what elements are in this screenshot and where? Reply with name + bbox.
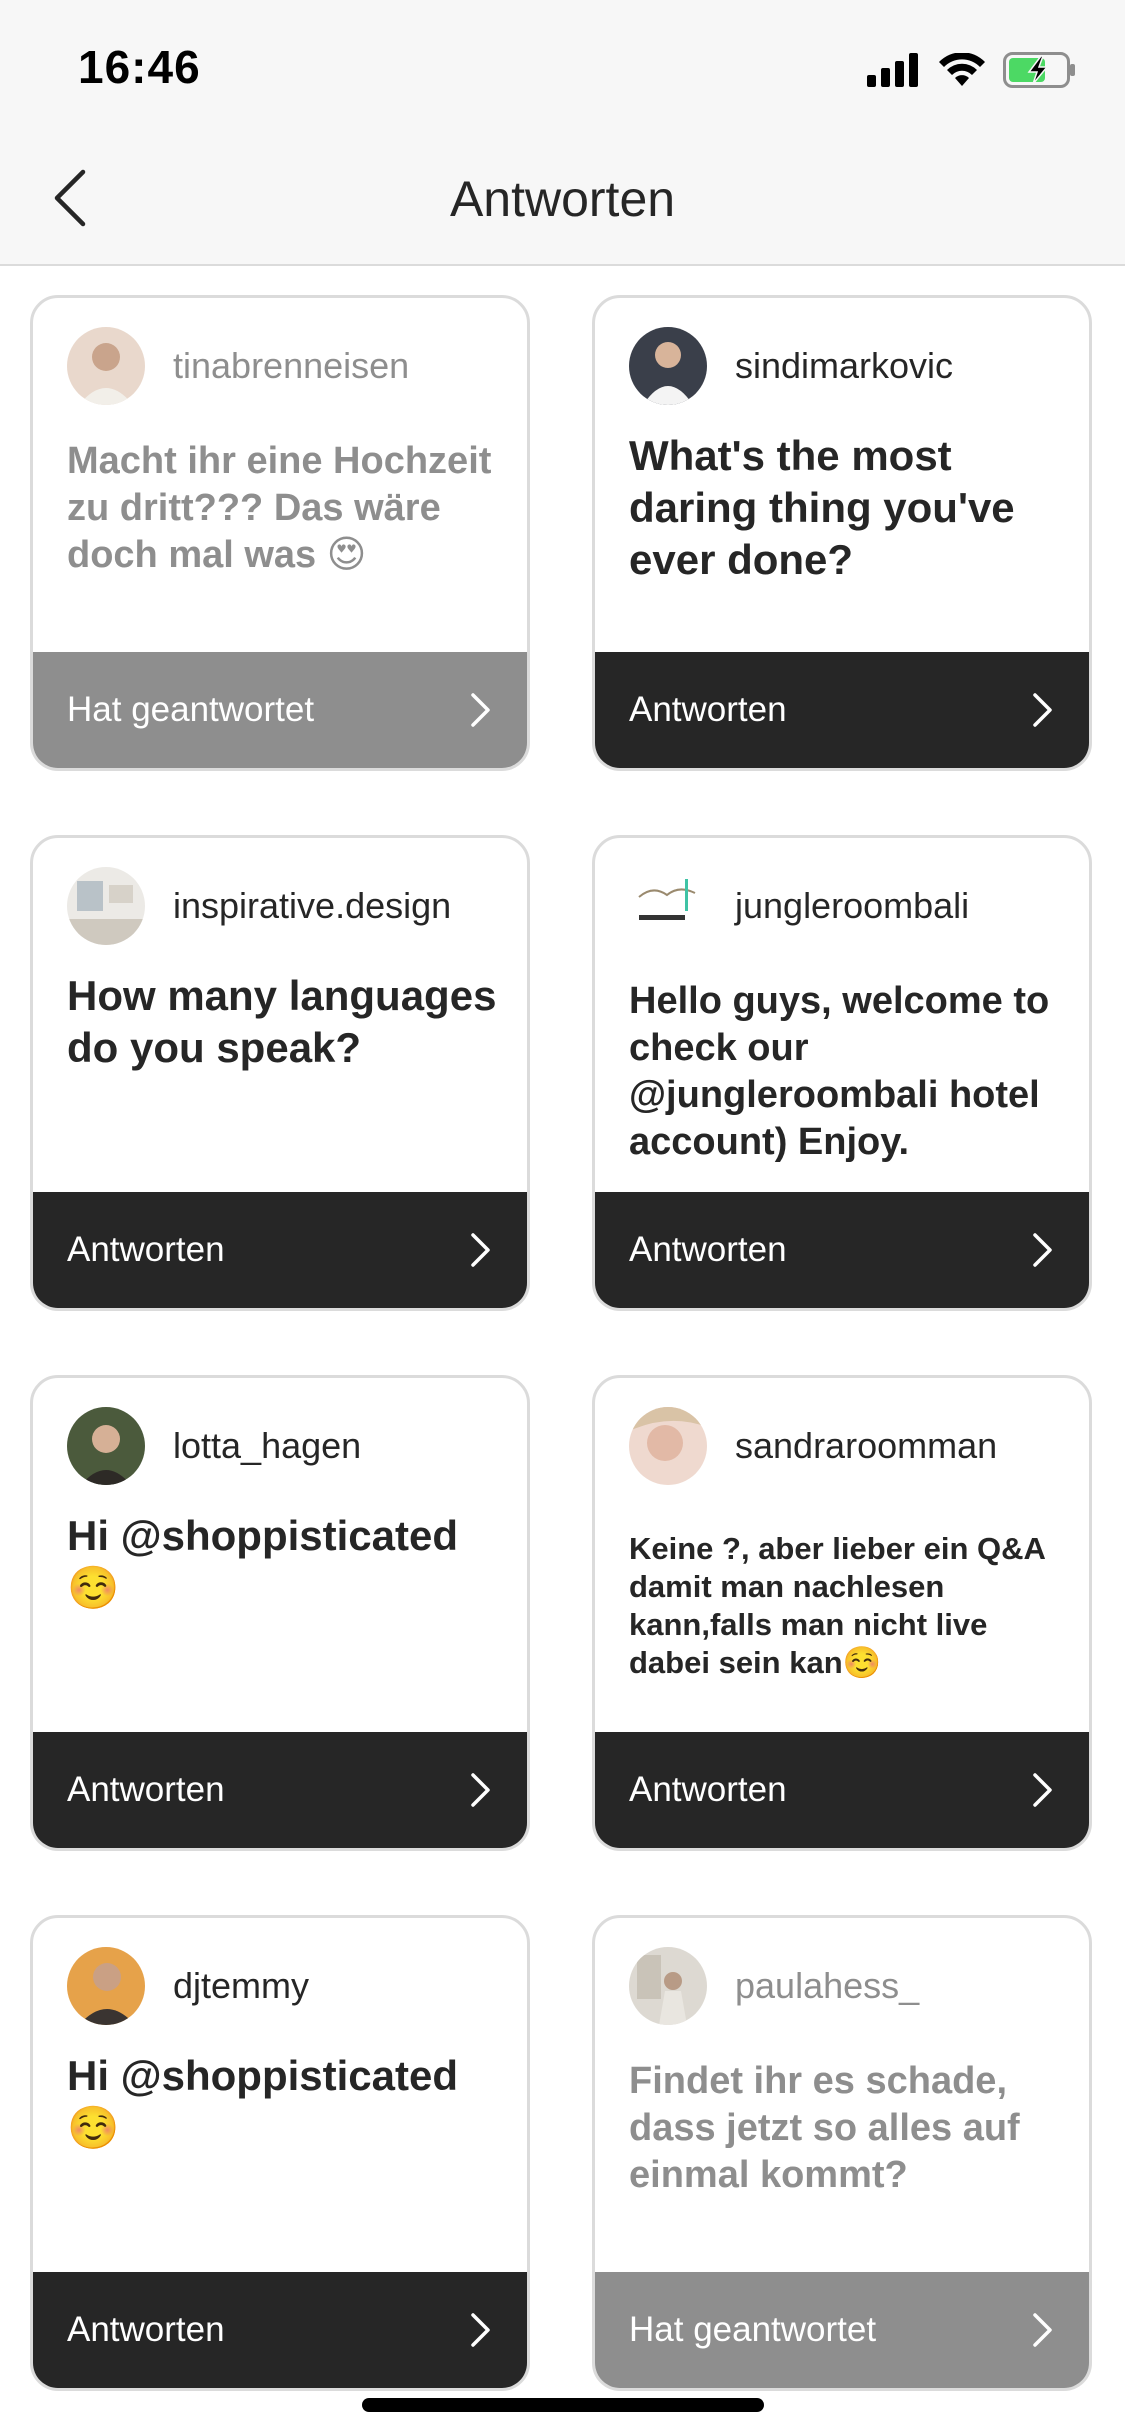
reply-button[interactable]: Antworten <box>33 2272 527 2388</box>
username: paulahess_ <box>735 1965 920 2006</box>
question-card[interactable]: tinabrenneisen Macht ihr eine Hochzeit z… <box>30 295 530 771</box>
avatar[interactable] <box>629 1407 707 1485</box>
card-user: tinabrenneisen <box>67 326 409 406</box>
footer-label: Antworten <box>629 1230 787 1269</box>
reply-button[interactable]: Antworten <box>33 1732 527 1848</box>
status-bar: 16:46 <box>0 0 1125 132</box>
chevron-right-icon <box>471 2313 490 2347</box>
chevron-right-icon <box>1033 1773 1052 1807</box>
question-card[interactable]: sindimarkovic What's the most daring thi… <box>592 295 1092 771</box>
page-title: Antworten <box>449 171 676 227</box>
cellular-signal-icon <box>867 53 918 87</box>
answered-button[interactable]: Hat geantwortet <box>33 652 527 768</box>
username: lotta_hagen <box>173 1425 362 1466</box>
answered-button[interactable]: Hat geantwortet <box>595 2272 1089 2388</box>
username: sandraroomman <box>735 1425 998 1466</box>
question-card[interactable]: lotta_hagen Hi @shoppisticated ☺️ Antwor… <box>30 1375 530 1851</box>
username: inspirative.design <box>173 885 452 926</box>
chevron-right-icon <box>1033 2313 1052 2347</box>
footer-label: Antworten <box>629 690 787 729</box>
username: tinabrenneisen <box>173 345 410 386</box>
username: sindimarkovic <box>735 345 954 386</box>
question-card[interactable]: paulahess_ Findet ihr es schade, dass je… <box>592 1915 1092 2391</box>
question-card[interactable]: djtemmy Hi @shoppisticated ☺️ Antworten <box>30 1915 530 2391</box>
chevron-right-icon <box>471 1233 490 1267</box>
footer-label: Hat geantwortet <box>67 690 315 729</box>
question-card[interactable]: jungleroombali Hello guys, welcome to ch… <box>592 835 1092 1311</box>
question-card[interactable]: inspirative.design How many languages do… <box>30 835 530 1311</box>
card-user: inspirative.design <box>67 866 451 946</box>
header: Antworten <box>0 132 1125 266</box>
footer-label: Antworten <box>67 1770 225 1809</box>
footer-label: Antworten <box>67 2310 225 2349</box>
footer-label: Hat geantwortet <box>629 2310 877 2349</box>
avatar[interactable] <box>67 867 145 945</box>
reply-button[interactable]: Antworten <box>33 1192 527 1308</box>
card-user: sandraroomman <box>629 1406 997 1486</box>
question-text: Findet ihr es schade, dass jetzt so alle… <box>629 2060 1020 2196</box>
card-user: djtemmy <box>67 1946 309 2026</box>
card-user: sindimarkovic <box>629 326 953 406</box>
question-text: Hello guys, welcome to check our @jungle… <box>629 980 1050 1163</box>
status-icons <box>867 48 1077 92</box>
card-user: lotta_hagen <box>67 1406 361 1486</box>
question-text: Keine ?, aber lieber ein Q&A damit man n… <box>629 1531 1045 1680</box>
chevron-right-icon <box>471 693 490 727</box>
wifi-icon <box>939 53 985 86</box>
question-text: What's the most daring thing you've ever… <box>629 432 1015 583</box>
avatar[interactable] <box>629 867 707 945</box>
chevron-right-icon <box>471 1773 490 1807</box>
avatar[interactable] <box>629 327 707 405</box>
footer-label: Antworten <box>67 1230 225 1269</box>
card-user: paulahess_ <box>629 1946 919 2026</box>
question-text: How many languages do you speak? <box>67 972 497 1071</box>
question-text: Macht ihr eine Hochzeit zu dritt??? Das … <box>67 440 492 576</box>
avatar[interactable] <box>629 1947 707 2025</box>
question-card[interactable]: sandraroomman Keine ?, aber lieber ein Q… <box>592 1375 1092 1851</box>
avatar[interactable] <box>67 1407 145 1485</box>
reply-button[interactable]: Antworten <box>595 1732 1089 1848</box>
username: jungleroombali <box>735 885 970 926</box>
chevron-right-icon <box>1033 1233 1052 1267</box>
chevron-right-icon <box>1033 693 1052 727</box>
question-text: Hi @shoppisticated ☺️ <box>67 1512 459 1611</box>
question-grid: tinabrenneisen Macht ihr eine Hochzeit z… <box>30 295 1095 2391</box>
reply-button[interactable]: Antworten <box>595 652 1089 768</box>
home-indicator <box>362 2398 764 2412</box>
battery-charging-icon <box>1003 52 1075 88</box>
card-user: jungleroombali <box>629 866 969 946</box>
username: djtemmy <box>173 1965 310 2006</box>
reply-button[interactable]: Antworten <box>595 1192 1089 1308</box>
question-text: Hi @shoppisticated ☺️ <box>67 2052 459 2151</box>
footer-label: Antworten <box>629 1770 787 1809</box>
status-time: 16:46 <box>78 41 201 93</box>
avatar[interactable] <box>67 327 145 405</box>
avatar[interactable] <box>67 1947 145 2025</box>
